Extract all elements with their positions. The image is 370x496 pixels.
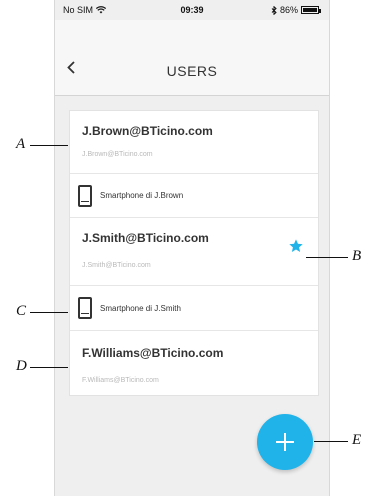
- callout-e: E: [352, 432, 362, 448]
- battery-percent: 86%: [279, 5, 298, 15]
- phone-screen: No SIM 09:39 86% USERS J.Brown@BTicino.c…: [54, 0, 330, 496]
- callout-a-line: [30, 145, 68, 146]
- callout-b-line: [306, 257, 348, 258]
- add-user-button[interactable]: [257, 414, 313, 470]
- user-sub-email: J.Smith@BTicino.com: [82, 262, 151, 269]
- device-label: Smartphone di J.Brown: [100, 191, 184, 200]
- callout-d: D: [16, 358, 27, 374]
- callout-b: B: [352, 248, 362, 264]
- page-title: USERS: [166, 63, 218, 79]
- user-email: F.Williams@BTicino.com: [82, 346, 224, 360]
- smartphone-icon: [78, 184, 92, 207]
- star-icon[interactable]: [288, 238, 304, 259]
- callout-e-line: [314, 441, 348, 442]
- bluetooth-icon: [271, 5, 277, 15]
- battery-status: 86%: [271, 5, 321, 15]
- nav-bar: USERS: [55, 20, 329, 96]
- user-sub-email: J.Brown@BTicino.com: [82, 151, 153, 158]
- user-row-fwilliams[interactable]: F.Williams@BTicino.com F.Williams@BTicin…: [70, 331, 318, 397]
- callout-d-line: [30, 367, 68, 368]
- user-sub-email: F.Williams@BTicino.com: [82, 377, 159, 384]
- user-email: J.Smith@BTicino.com: [82, 231, 209, 245]
- smartphone-icon: [78, 297, 92, 319]
- status-bar: No SIM 09:39 86%: [55, 0, 329, 20]
- user-row-jbrown[interactable]: J.Brown@BTicino.com J.Brown@BTicino.com: [70, 111, 318, 174]
- callout-a: A: [16, 136, 26, 152]
- device-row-jsmith[interactable]: Smartphone di J.Smith: [70, 286, 318, 331]
- user-row-jsmith[interactable]: J.Smith@BTicino.com J.Smith@BTicino.com: [70, 218, 318, 286]
- device-label: Smartphone di J.Smith: [100, 303, 181, 313]
- callout-c: C: [16, 303, 27, 319]
- user-email: J.Brown@BTicino.com: [82, 124, 213, 138]
- device-row-jbrown[interactable]: Smartphone di J.Brown: [70, 174, 318, 218]
- users-list: J.Brown@BTicino.com J.Brown@BTicino.com …: [69, 110, 319, 396]
- callout-c-line: [30, 312, 68, 313]
- battery-icon: [301, 6, 321, 14]
